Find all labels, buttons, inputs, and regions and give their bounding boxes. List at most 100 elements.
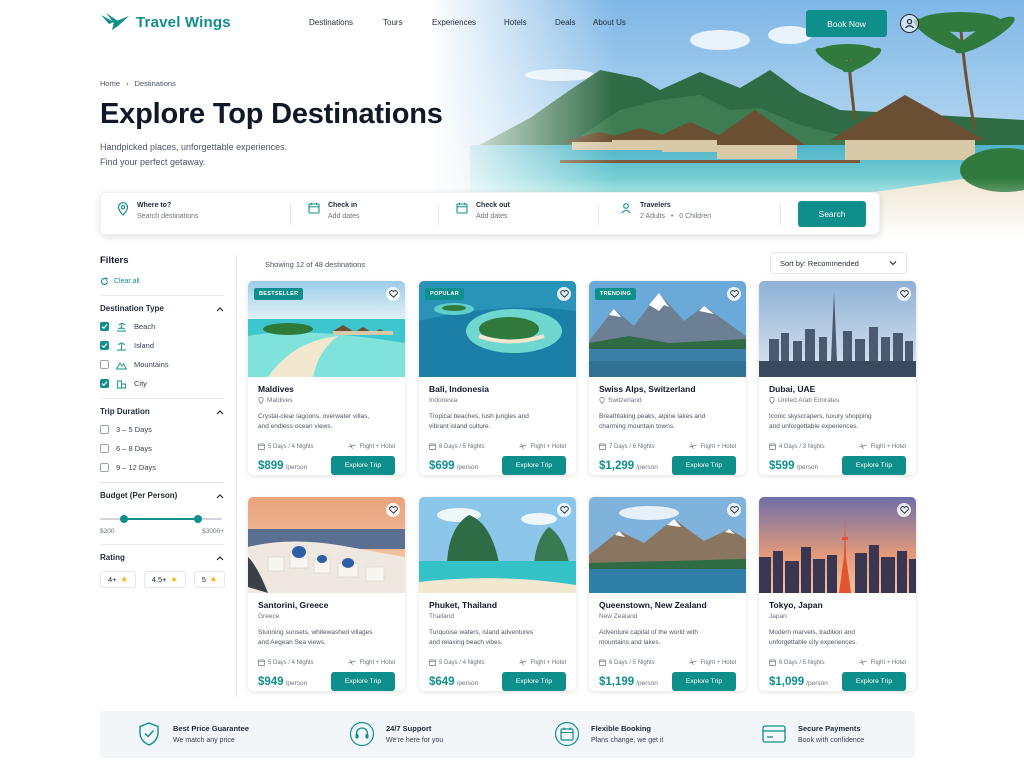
filter-divider — [100, 295, 224, 296]
destination-description: Adventure capital of the world with mount… — [599, 628, 736, 647]
search-button[interactable]: Search — [798, 201, 866, 227]
favorite-button[interactable] — [727, 287, 741, 301]
favorite-button[interactable] — [557, 503, 571, 517]
nav-experiences[interactable]: Experiences — [432, 18, 504, 27]
travelers-field[interactable]: Travelers 2 Adults • 0 Children — [620, 202, 711, 220]
travelers-value[interactable]: 2 Adults • 0 Children — [640, 213, 711, 220]
destination-card[interactable]: Santorini, Greece Greece Stunning sunset… — [248, 497, 405, 691]
sort-dropdown[interactable]: Sort by: Recommended — [770, 252, 907, 274]
explore-trip-button[interactable]: Explore Trip — [672, 456, 736, 475]
rating-4-5-plus[interactable]: 4.5+ ★ — [143, 571, 186, 588]
rating-4-plus[interactable]: 4+ ★ — [100, 571, 136, 588]
travelers-label: Travelers — [640, 202, 671, 209]
explore-trip-button[interactable]: Explore Trip — [331, 456, 395, 475]
destination-card[interactable]: POPULAR Bali, Indonesia Indonesia Tropic… — [419, 281, 576, 475]
destination-name: Queenstown, New Zealand — [599, 600, 707, 610]
destination-description: Turquoise waters, island adventures and r… — [429, 628, 566, 647]
trip-duration: 6 Days / 5 Nights — [769, 659, 825, 666]
where-field[interactable]: Where to? Search destinations — [117, 202, 198, 220]
trip-duration: 6 Days / 5 Nights — [599, 659, 655, 666]
checkbox[interactable] — [100, 322, 109, 331]
checkbox[interactable] — [100, 360, 109, 369]
travelers-children: 0 Children — [679, 213, 712, 220]
explore-trip-button[interactable]: Explore Trip — [331, 672, 395, 691]
filter-type-mountains[interactable]: Mountains — [100, 359, 224, 370]
favorite-button[interactable] — [557, 287, 571, 301]
rating-header[interactable]: Rating — [100, 553, 224, 562]
destination-description: Crystal-clear lagoons, overwater villas,… — [258, 412, 395, 431]
heart-icon — [729, 290, 739, 298]
calendar-icon — [553, 720, 581, 748]
trip-includes: Flight + Hotel — [689, 443, 736, 450]
nav-hotels[interactable]: Hotels — [504, 18, 555, 27]
favorite-button[interactable] — [386, 287, 400, 301]
filter-duration-9-12[interactable]: 9 – 12 Days — [100, 462, 224, 473]
favorite-button[interactable] — [386, 503, 400, 517]
plane-hotel-icon — [519, 659, 528, 666]
brand-logo[interactable]: Travel Wings — [100, 12, 231, 32]
budget-header[interactable]: Budget (Per Person) — [100, 491, 224, 500]
explore-trip-button[interactable]: Explore Trip — [502, 672, 566, 691]
nav-destinations[interactable]: Destinations — [309, 18, 383, 27]
card-footer: $699/person Explore Trip — [429, 456, 566, 475]
destination-card[interactable]: Dubai, UAE United Arab Emirates Iconic s… — [759, 281, 916, 475]
destination-description: Breathtaking peaks, alpine lakes and char… — [599, 412, 736, 431]
filter-type-island[interactable]: Island — [100, 340, 224, 351]
explore-trip-button[interactable]: Explore Trip — [842, 456, 906, 475]
mountain-icon — [116, 361, 127, 369]
destination-card[interactable]: Queenstown, New Zealand New Zealand Adve… — [589, 497, 746, 691]
destination-card[interactable]: Tokyo, Japan Japan Modern marvels, tradi… — [759, 497, 916, 691]
destination-card[interactable]: BESTSELLER Maldives Maldives Crystal-cle… — [248, 281, 405, 475]
rating-title: Rating — [100, 553, 125, 562]
destination-card[interactable]: TRENDING Swiss Alps, Switzerland Switzer… — [589, 281, 746, 475]
price: $1,199/person — [599, 676, 658, 688]
description-line: and Aegean Sea views. — [258, 638, 326, 646]
plane-hotel-icon — [859, 443, 868, 450]
checkbox[interactable] — [100, 463, 109, 472]
slider-handle-min[interactable] — [120, 515, 129, 523]
slider-handle-max[interactable] — [193, 515, 202, 523]
clear-all-button[interactable]: Clear all — [100, 277, 224, 286]
filter-duration-6-8[interactable]: 6 – 8 Days — [100, 443, 224, 454]
price-value: $1,099 — [769, 675, 805, 688]
calendar-icon — [429, 659, 436, 666]
trip-duration-header[interactable]: Trip Duration — [100, 407, 224, 416]
wings-logo-icon — [101, 13, 129, 30]
top-nav: Travel Wings Destinations Tours Experien… — [0, 0, 1024, 48]
clear-all-label: Clear all — [114, 278, 140, 285]
checkin-input[interactable]: Add dates — [328, 213, 360, 220]
breadcrumb-home[interactable]: Home — [100, 79, 120, 88]
filter-duration-3-5[interactable]: 3 – 5 Days — [100, 424, 224, 435]
checkbox[interactable] — [100, 341, 109, 350]
favorite-button[interactable] — [897, 503, 911, 517]
where-input[interactable]: Search destinations — [137, 213, 198, 220]
feature-subtitle: Plans change, we get it — [591, 737, 664, 744]
nav-about-us[interactable]: About Us — [593, 18, 643, 27]
checkout-field[interactable]: Check out Add dates — [456, 202, 510, 220]
user-account-button[interactable] — [900, 14, 919, 33]
destination-type-header[interactable]: Destination Type — [100, 304, 224, 313]
explore-trip-button[interactable]: Explore Trip — [842, 672, 906, 691]
checkout-input[interactable]: Add dates — [476, 213, 510, 220]
book-now-button[interactable]: Book Now — [806, 10, 887, 37]
explore-trip-button[interactable]: Explore Trip — [672, 672, 736, 691]
feature-title: Best Price Guarantee — [173, 724, 249, 733]
filter-type-beach[interactable]: Beach — [100, 321, 224, 332]
feature-title: Flexible Booking — [591, 724, 652, 733]
rating-5[interactable]: 5 ★ — [193, 571, 226, 588]
heart-icon — [559, 506, 569, 514]
nav-tours[interactable]: Tours — [383, 18, 432, 27]
trip-meta: 6 Days / 5 Nights Flight + Hotel — [599, 659, 736, 666]
checkbox[interactable] — [100, 444, 109, 453]
budget-slider[interactable] — [100, 512, 224, 526]
filter-type-city[interactable]: City — [100, 378, 224, 389]
favorite-button[interactable] — [897, 287, 911, 301]
checkbox[interactable] — [100, 379, 109, 388]
explore-trip-button[interactable]: Explore Trip — [502, 456, 566, 475]
checkin-field[interactable]: Check in Add dates — [308, 202, 360, 220]
includes-text: Flight + Hotel — [870, 659, 906, 666]
nav-deals[interactable]: Deals — [555, 18, 593, 27]
destination-card[interactable]: Phuket, Thailand Thailand Turquoise wate… — [419, 497, 576, 691]
favorite-button[interactable] — [727, 503, 741, 517]
checkbox[interactable] — [100, 425, 109, 434]
